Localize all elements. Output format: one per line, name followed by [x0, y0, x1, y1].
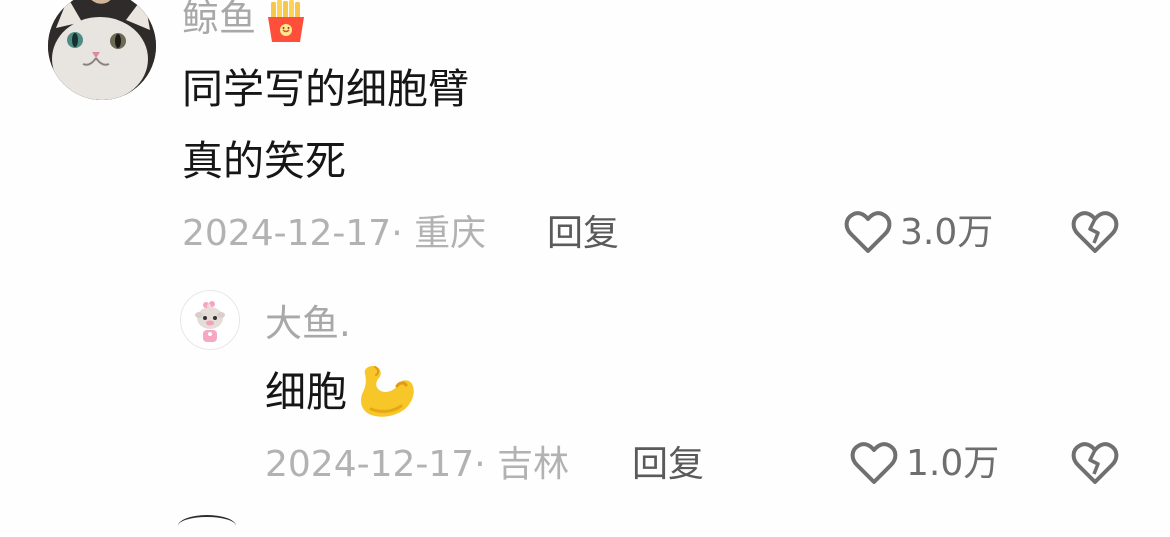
lamb-avatar-icon: [181, 291, 239, 349]
reply-date: 2024-12-17: [265, 444, 475, 485]
like-count: 3.0万: [900, 212, 994, 253]
next-comment-avatar-peek: [178, 515, 236, 537]
dislike-button[interactable]: [1071, 442, 1119, 486]
reply-date-location: 2024-12-17· 吉林: [265, 447, 569, 483]
heart-icon: [850, 442, 898, 484]
fries-icon: [263, 0, 309, 42]
like-button[interactable]: 3.0万: [844, 211, 993, 255]
comment-location: 重庆: [414, 213, 487, 254]
reply-button[interactable]: 回复: [632, 447, 704, 483]
cat-avatar-icon: [48, 0, 156, 100]
reply-avatar[interactable]: [180, 290, 240, 350]
comment-text-line: 真的笑死: [182, 137, 346, 185]
commenter-avatar[interactable]: [48, 0, 156, 100]
broken-heart-icon: [1071, 211, 1119, 253]
reply-comment-item: 大鱼. 细胞 2024-12-17· 吉林 回复 1.0万: [0, 285, 1170, 523]
dislike-button[interactable]: [1071, 211, 1119, 255]
flexed-biceps-icon: [357, 364, 417, 420]
reply-location: 吉林: [497, 444, 570, 485]
like-count: 1.0万: [906, 443, 1000, 484]
comment-item: 鲸鱼 同学写的细胞臂 真的笑死 2024-12-17· 重庆 回复 3.0万: [0, 0, 1170, 285]
meta-separator: ·: [474, 444, 498, 485]
reply-text: 细胞: [265, 368, 347, 416]
heart-icon: [844, 211, 892, 253]
broken-heart-icon: [1071, 442, 1119, 484]
like-button[interactable]: 1.0万: [850, 442, 999, 486]
meta-separator: ·: [391, 213, 415, 254]
reply-button[interactable]: 回复: [547, 216, 619, 252]
comment-text-line: 同学写的细胞臂: [182, 65, 469, 113]
commenter-username[interactable]: 鲸鱼: [182, 0, 256, 37]
comment-date-location: 2024-12-17· 重庆: [182, 216, 486, 252]
reply-username[interactable]: 大鱼.: [265, 305, 351, 342]
comment-date: 2024-12-17: [182, 213, 392, 254]
